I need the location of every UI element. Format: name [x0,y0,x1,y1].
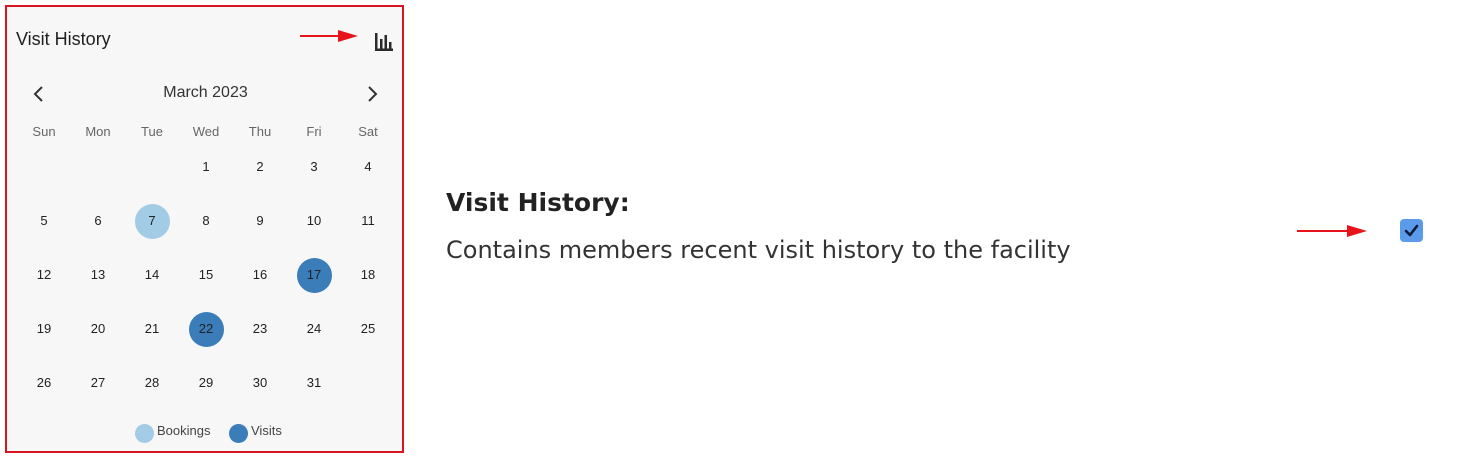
checkmark-icon [1404,224,1419,237]
day-number: 6 [94,213,102,228]
day-number: 8 [202,213,210,228]
calendar-day[interactable]: 17 [294,257,334,293]
annotation-arrow-icon [1297,225,1367,237]
calendar-day[interactable]: 10 [294,203,334,239]
day-number: 26 [36,375,52,390]
calendar-day[interactable]: 8 [186,203,226,239]
calendar-day[interactable]: 11 [348,203,388,239]
day-number: 9 [256,213,264,228]
calendar-day[interactable]: 19 [24,311,64,347]
calendar-day[interactable]: 6 [78,203,118,239]
calendar-day[interactable]: 18 [348,257,388,293]
day-number: 2 [256,159,264,174]
day-number: 17 [306,267,322,282]
calendar-day[interactable]: 1 [186,149,226,185]
info-description: Contains members recent visit history to… [446,236,1071,264]
calendar-day[interactable]: 29 [186,365,226,401]
day-number: 15 [198,267,214,282]
day-number: 31 [306,375,322,390]
legend-label: Bookings [157,423,211,438]
day-number: 30 [252,375,268,390]
calendar-day[interactable]: 7 [132,203,172,239]
calendar-day[interactable]: 15 [186,257,226,293]
calendar-day[interactable]: 28 [132,365,172,401]
weekday-label: Sat [358,124,378,139]
day-number: 16 [252,267,268,282]
chevron-right-icon[interactable] [361,83,383,105]
calendar-day[interactable]: 5 [24,203,64,239]
weekday-label: Wed [192,124,220,139]
day-number: 24 [306,321,322,336]
day-number: 20 [90,321,106,336]
calendar-day[interactable]: 25 [348,311,388,347]
day-number: 21 [144,321,160,336]
calendar-day[interactable]: 14 [132,257,172,293]
day-number: 13 [90,267,106,282]
card-title: Visit History [16,29,111,49]
weekday-label: Fri [306,124,322,139]
day-number: 19 [36,321,52,336]
day-number: 11 [361,213,375,228]
calendar-day[interactable]: 30 [240,365,280,401]
visit-history-card: Visit History March 2023 Sun Mon Tue Wed Thu… [5,5,404,453]
weekday-label: Thu [248,124,272,139]
weekday-label: Tue [141,124,163,139]
calendar-day[interactable]: 9 [240,203,280,239]
day-number: 28 [144,375,160,390]
annotation-arrow-icon [300,30,358,42]
calendar-day[interactable]: 20 [78,311,118,347]
weekday-label: Sun [32,124,56,139]
legend-swatch [229,424,248,443]
calendar-day[interactable]: 12 [24,257,64,293]
day-number: 1 [202,159,210,174]
calendar-day[interactable]: 2 [240,149,280,185]
calendar-day[interactable]: 31 [294,365,334,401]
calendar-day[interactable]: 23 [240,311,280,347]
day-number: 22 [198,321,214,336]
legend-label: Visits [251,423,282,438]
legend-swatch [135,424,154,443]
calendar-day[interactable]: 3 [294,149,334,185]
day-number: 4 [364,159,372,174]
calendar-day[interactable]: 27 [78,365,118,401]
calendar-day[interactable]: 4 [348,149,388,185]
day-number: 3 [310,159,318,174]
calendar-day[interactable]: 13 [78,257,118,293]
day-number: 29 [198,375,214,390]
calendar-day[interactable]: 24 [294,311,334,347]
calendar-day[interactable]: 21 [132,311,172,347]
day-number: 27 [90,375,106,390]
calendar-day[interactable]: 26 [24,365,64,401]
month-label: March 2023 [163,84,248,101]
day-number: 7 [148,213,156,228]
day-number: 10 [306,213,322,228]
day-number: 12 [36,267,52,282]
calendar-day[interactable]: 22 [186,311,226,347]
weekday-label: Mon [85,124,111,139]
day-number: 25 [360,321,376,336]
visit-history-checkbox[interactable] [1400,219,1423,242]
day-number: 5 [40,213,48,228]
bar-chart-icon[interactable] [372,30,396,54]
day-number: 14 [144,267,160,282]
calendar-day[interactable]: 16 [240,257,280,293]
day-number: 23 [252,321,268,336]
day-number: 18 [360,267,376,282]
info-title: Visit History: [446,188,630,217]
